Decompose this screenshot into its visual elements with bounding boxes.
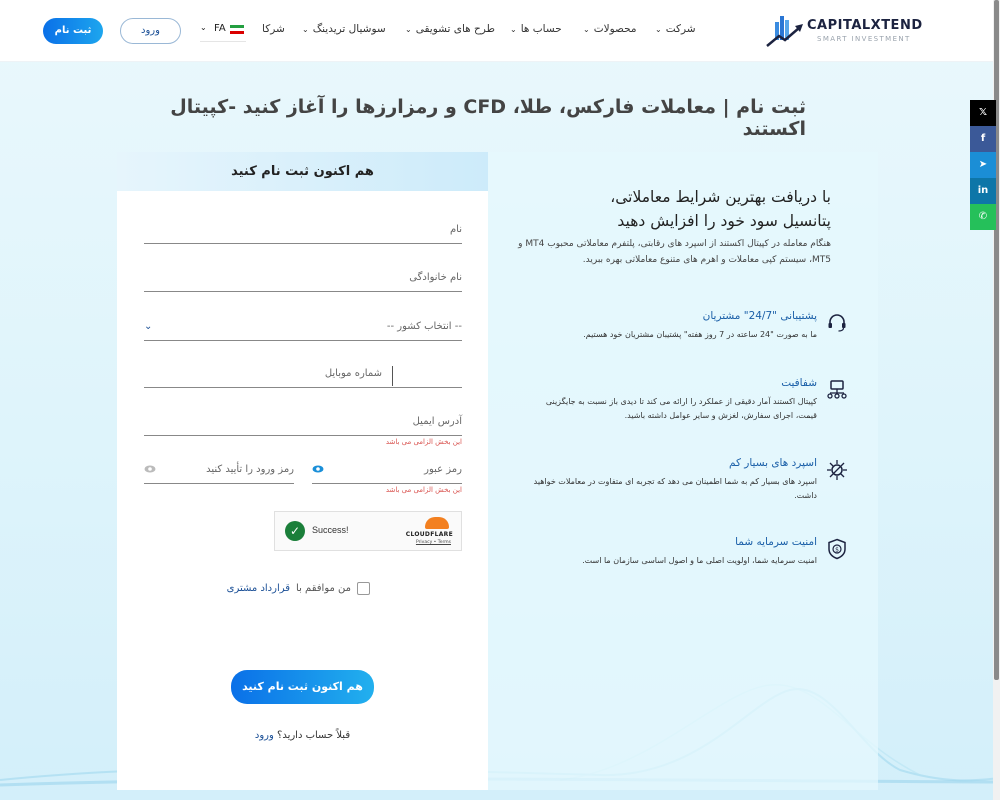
logo-icon: [766, 16, 803, 47]
chevron-down-icon: ⌄: [510, 25, 517, 34]
captcha-brand: CLOUDFLARE: [405, 531, 453, 538]
password-input[interactable]: رمز عبور: [312, 456, 462, 484]
logo[interactable]: CAPITALXTEND SMART INVESTMENT: [765, 14, 925, 48]
terms-agreement: من موافقم با قرارداد مشتری: [227, 582, 370, 595]
cloudflare-captcha[interactable]: ✓ Success! CLOUDFLARE Privacy • Terms: [274, 511, 462, 551]
linkedin-icon[interactable]: in: [970, 178, 996, 204]
x-icon[interactable]: 𝕏: [970, 100, 996, 126]
feature-title: شفافیت: [781, 377, 817, 389]
site-header: CAPITALXTEND SMART INVESTMENT شرکت⌄ محصو…: [0, 0, 993, 62]
feature-desc: اسپرد های بسیار کم به شما اطمینان می دهد…: [533, 477, 817, 500]
language-selector[interactable]: ⌄ FA: [200, 18, 246, 42]
captcha-links[interactable]: Privacy • Terms: [416, 540, 451, 545]
password-placeholder: رمز عبور: [424, 464, 462, 475]
email-error: این بخش الزامی می باشد: [385, 438, 462, 446]
nav-partners-label: شرکا: [262, 23, 285, 35]
email-input[interactable]: آدرس ایمیل: [144, 408, 462, 436]
login-link[interactable]: ورود: [255, 730, 274, 741]
first-name-placeholder: نام: [449, 224, 462, 235]
network-icon: [827, 380, 847, 399]
form-heading: هم اکنون ثبت نام کنید: [117, 152, 488, 191]
nav-company[interactable]: شرکت⌄: [655, 23, 696, 35]
nav-products-label: محصولات: [593, 23, 637, 35]
have-account-text: قبلاً حساب دارید؟: [277, 730, 351, 741]
submit-register-button[interactable]: هم اکنون ثبت نام کنید: [231, 670, 374, 704]
country-code-divider: [392, 366, 393, 386]
nav-accounts[interactable]: حساب ها⌄: [510, 23, 562, 35]
nav-partners[interactable]: شرکا: [262, 23, 285, 35]
spread-icon: [827, 460, 847, 480]
terms-checkbox[interactable]: [357, 582, 370, 595]
confirm-password-placeholder: رمز ورود را تأیید کنید: [206, 464, 294, 475]
shield-dollar-icon: $: [828, 538, 846, 560]
feature-desc: امنیت سرمایه شما، اولویت اصلی ما و اصول …: [582, 556, 817, 565]
language-code: FA: [214, 23, 226, 34]
captcha-status: Success!: [312, 525, 349, 535]
check-icon: ✓: [285, 521, 305, 541]
confirm-password-input[interactable]: رمز ورود را تأیید کنید: [144, 456, 294, 484]
chevron-down-icon: ⌄: [655, 25, 662, 34]
login-button[interactable]: ورود: [120, 18, 181, 44]
country-select[interactable]: -- انتخاب کشور -- ⌄: [144, 313, 462, 341]
iran-flag-icon: [230, 25, 244, 34]
social-share-bar: 𝕏 f ➤ in ✆: [970, 100, 996, 230]
nav-promotions[interactable]: طرح های تشویقی⌄: [405, 23, 495, 35]
info-panel: با دریافت بهترین شرایط معاملاتی، پتانسیل…: [488, 152, 878, 790]
register-button[interactable]: ثبت نام: [43, 18, 103, 44]
email-placeholder: آدرس ایمیل: [412, 416, 462, 427]
chevron-down-icon: ⌄: [200, 23, 207, 32]
nav-social-trading[interactable]: سوشیال تریدینگ⌄: [302, 23, 386, 35]
last-name-placeholder: نام خانوادگی: [409, 272, 462, 283]
feature-desc: ما به صورت "24 ساعته در 7 روز هفته" پشتی…: [583, 330, 817, 339]
nav-social-trading-label: سوشیال تریدینگ: [312, 23, 386, 35]
eye-icon[interactable]: [312, 463, 324, 475]
registration-form: هم اکنون ثبت نام کنید نام نام خانوادگی -…: [117, 152, 488, 790]
headset-icon: [828, 314, 846, 332]
mobile-placeholder: شماره موبایل: [324, 368, 382, 379]
feature-title: امنیت سرمایه شما: [735, 536, 817, 548]
chevron-down-icon: ⌄: [144, 321, 153, 332]
logo-tagline: SMART INVESTMENT: [817, 35, 911, 43]
chevron-down-icon: ⌄: [405, 25, 412, 34]
feature-title: پشتیبانی "24/7" مشتریان: [702, 310, 817, 322]
password-error: این بخش الزامی می باشد: [385, 486, 462, 494]
mobile-input[interactable]: شماره موبایل: [144, 360, 462, 388]
chevron-down-icon: ⌄: [302, 25, 309, 34]
nav-accounts-label: حساب ها: [520, 23, 562, 35]
chevron-down-icon: ⌄: [583, 25, 590, 34]
first-name-input[interactable]: نام: [144, 216, 462, 244]
page-title: ثبت نام | معاملات فارکس، طلا، CFD و رمزا…: [170, 96, 806, 140]
facebook-icon[interactable]: f: [970, 126, 996, 152]
agree-text: من موافقم با: [296, 583, 351, 594]
nav-company-label: شرکت: [665, 23, 696, 35]
feature-desc: کپیتال اکستند آمار دقیقی از عملکرد را ار…: [545, 397, 817, 420]
country-placeholder: -- انتخاب کشور --: [386, 321, 462, 332]
eye-icon[interactable]: [144, 463, 156, 475]
nav-products[interactable]: محصولات⌄: [583, 23, 637, 35]
telegram-icon[interactable]: ➤: [970, 152, 996, 178]
logo-name: CAPITALXTEND: [807, 18, 923, 33]
whatsapp-icon[interactable]: ✆: [970, 204, 996, 230]
svg-text:$: $: [835, 547, 839, 554]
nav-promotions-label: طرح های تشویقی: [415, 23, 495, 35]
info-title-line1: با دریافت بهترین شرایط معاملاتی،: [610, 188, 831, 206]
cloudflare-logo-icon: [425, 517, 449, 529]
info-title: با دریافت بهترین شرایط معاملاتی، پتانسیل…: [511, 185, 831, 233]
feature-title: اسپرد های بسیار کم: [728, 457, 817, 469]
info-description: هنگام معامله در کپیتال اکستند از اسپرد ه…: [518, 239, 831, 265]
customer-agreement-link[interactable]: قرارداد مشتری: [227, 583, 290, 594]
last-name-input[interactable]: نام خانوادگی: [144, 264, 462, 292]
info-title-line2: پتانسیل سود خود را افزایش دهید: [617, 212, 831, 230]
have-account: قبلاً حساب دارید؟ ورود: [117, 730, 488, 741]
